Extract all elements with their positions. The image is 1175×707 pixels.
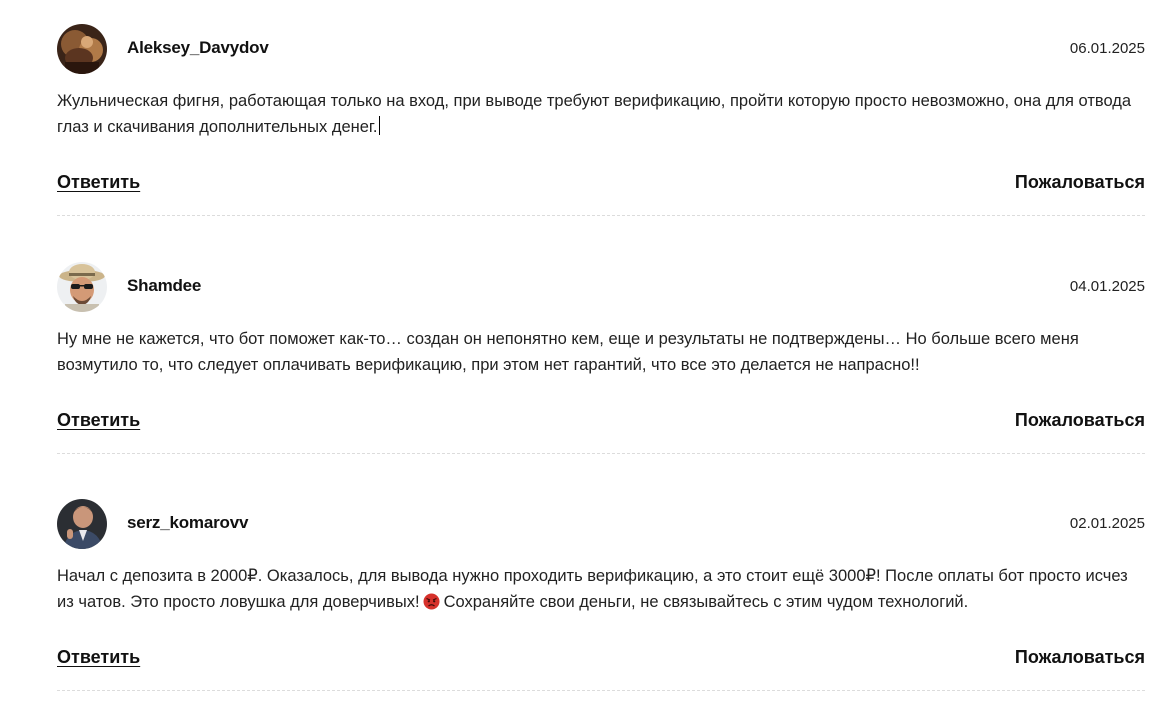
avatar[interactable] [57, 499, 107, 549]
comment-header: Aleksey_Davydov 06.01.2025 [57, 24, 1145, 74]
report-button[interactable]: Пожаловаться [1015, 410, 1145, 431]
username[interactable]: serz_komarovv [127, 513, 248, 533]
comment-item: Aleksey_Davydov 06.01.2025 Жульническая … [57, 0, 1145, 216]
comment-text: Начал с депозита в 2000₽. Оказалось, для… [57, 563, 1145, 615]
comment-item: serz_komarovv 02.01.2025 Начал с депозит… [57, 475, 1145, 691]
reply-button[interactable]: Ответить [57, 647, 140, 668]
reply-button[interactable]: Ответить [57, 172, 140, 193]
report-button[interactable]: Пожаловаться [1015, 172, 1145, 193]
comment-text: Ну мне не кажется, что бот поможет как-т… [57, 330, 1079, 374]
comment-text-content: Жульническая фигня, работающая только на… [57, 92, 1132, 136]
comments-list: Aleksey_Davydov 06.01.2025 Жульническая … [0, 0, 1175, 707]
avatar[interactable] [57, 24, 107, 74]
username[interactable]: Shamdee [127, 276, 201, 296]
comment-text-part: Сохраняйте свои деньги, не связывайтесь … [443, 593, 969, 611]
comment-date: 06.01.2025 [1069, 40, 1145, 57]
user-photo-icon [57, 499, 107, 549]
text-cursor [378, 116, 380, 135]
comment-actions: Ответить Пожаловаться [57, 647, 1145, 671]
avatar[interactable] [57, 262, 107, 312]
username[interactable]: Aleksey_Davydov [127, 38, 269, 58]
comment-text: Жульническая фигня, работающая только на… [57, 88, 1145, 140]
comment-actions: Ответить Пожаловаться [57, 410, 1145, 434]
comment-date: 02.01.2025 [1069, 515, 1145, 532]
comment-header: serz_komarovv 02.01.2025 [57, 499, 1145, 549]
report-button[interactable]: Пожаловаться [1015, 647, 1145, 668]
angry-face-emoji-icon [423, 592, 440, 610]
comment-header: Shamdee 04.01.2025 [57, 262, 1145, 312]
comment-item: Shamdee 04.01.2025 Ну мне не кажется, чт… [57, 238, 1145, 454]
user-photo-icon [57, 262, 107, 312]
comment-date: 04.01.2025 [1069, 278, 1145, 295]
comment-actions: Ответить Пожаловаться [57, 172, 1145, 196]
user-photo-icon [57, 24, 107, 74]
reply-button[interactable]: Ответить [57, 410, 140, 431]
